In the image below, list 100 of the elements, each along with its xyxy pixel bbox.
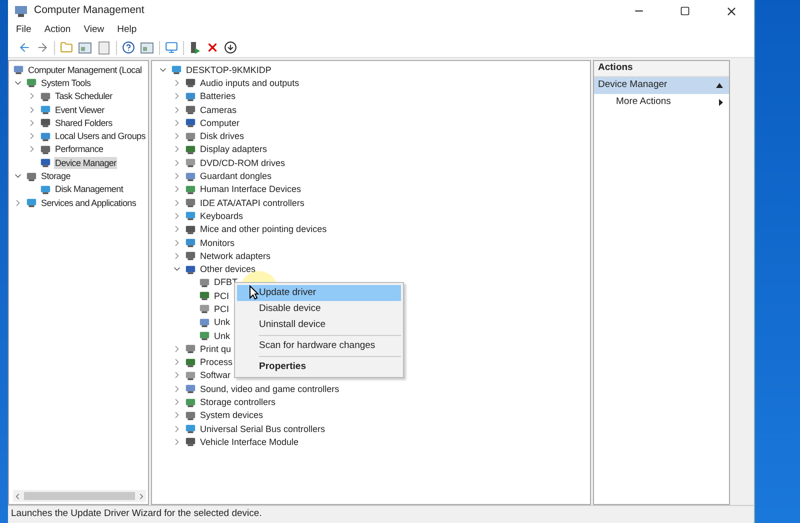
menu-item[interactable]: Action [44,22,71,38]
tree-item[interactable]: PCI [213,302,230,315]
device-icon [199,330,210,342]
device-icon [185,383,196,394]
device-icon [185,144,196,155]
tree-item[interactable]: Sound, video and game controllers [199,382,340,395]
device-icon [185,184,196,195]
tree-item[interactable]: Keyboards [199,210,244,222]
tree-item[interactable]: Shared Folders [54,116,114,129]
window-title: Computer Management [34,3,144,18]
tree-item[interactable]: Performance [54,143,104,156]
device-icon [40,184,51,195]
device-icon [26,170,37,182]
menu-item[interactable]: Help [117,22,137,38]
horizontal-scrollbar[interactable] [13,490,146,502]
tree-item[interactable]: DVD/CD-ROM drives [199,156,286,169]
tree-item[interactable]: Task Scheduler [54,90,114,102]
section-label: Device Manager [598,78,668,92]
delete-icon[interactable] [206,41,219,54]
device-icon [185,370,196,381]
device-icon [199,316,210,328]
tree-item[interactable]: Mice and other pointing devices [199,223,328,236]
tree-item[interactable]: Disk drives [199,130,246,142]
tree-item[interactable]: Audio inputs and outputs [199,76,300,89]
scroll-left-icon[interactable] [13,492,22,500]
device-icon [185,77,196,88]
tree-item[interactable]: IDE ATA/ATAPI controllers [199,196,306,209]
menu-item[interactable]: View [84,22,104,38]
tree-item[interactable]: Batteries [199,90,237,102]
device-icon [199,303,210,314]
menu-item[interactable]: Uninstall device [237,317,401,333]
tree-item[interactable]: Monitors [199,236,236,248]
tree-item[interactable]: System Tools [40,76,92,89]
tree-item[interactable]: DFBT [213,276,238,288]
tree-item[interactable]: Display adapters [199,143,268,156]
tree-item[interactable]: Print qu [199,342,232,355]
app-icon [14,4,28,18]
forward-icon[interactable] [36,41,49,54]
menu-item[interactable]: Scan for hardware changes [237,338,401,354]
tree-item[interactable]: System devices [199,409,264,422]
menu-item[interactable]: Properties [237,359,401,375]
tree-item[interactable]: Other devices [199,263,257,276]
device-icon [185,130,196,142]
help-icon[interactable] [122,41,135,54]
device-icon [40,117,51,128]
tree-item[interactable]: Local Users and Groups [54,130,146,142]
device-icon [185,197,196,208]
tree-pane-icon[interactable] [78,40,92,54]
tree-item[interactable]: Human Interface Devices [199,183,302,196]
device-icon [26,197,37,208]
tree-item[interactable]: Process [199,356,234,368]
back-icon[interactable] [18,41,31,54]
tree-item[interactable]: Network adapters [199,250,272,262]
download-icon[interactable] [224,41,237,54]
device-icon [185,237,196,248]
pane-icon[interactable] [140,40,154,54]
tree-item[interactable]: Event Viewer [54,104,106,116]
scrollbar-thumb[interactable] [24,492,135,500]
device-icon [185,250,196,262]
tree-item[interactable]: PCI [213,290,230,302]
scroll-right-icon[interactable] [137,492,146,500]
device-icon [185,356,196,368]
status-bar: Launches the Update Driver Wizard for the selected device. [8,505,754,523]
properties-icon[interactable] [97,40,111,54]
tree-item[interactable]: Guardant dongles [199,170,273,182]
menu-item[interactable]: File [16,22,32,38]
tree-item[interactable]: Disk Management [54,183,124,196]
collapse-icon[interactable] [716,83,723,88]
tree-item[interactable]: Softwar [199,369,232,382]
close-icon [724,4,738,18]
device-icon [185,224,196,235]
cursor-icon [249,285,259,300]
tree-item[interactable]: Device Manager [54,156,118,169]
device-icon [40,90,51,102]
tree-item[interactable]: Services and Applications [40,196,138,209]
tree-item[interactable]: DESKTOP-9KMKIDP [185,64,272,76]
action-label: More Actions [616,95,672,110]
menu-item[interactable]: Disable device [237,301,401,317]
tree-item[interactable]: Unk [213,316,232,328]
monitor-icon[interactable] [165,41,178,54]
actions-section[interactable]: Device Manager [594,77,729,94]
device-icon [40,157,51,168]
tree-item[interactable]: Storage controllers [199,396,277,408]
tree-item[interactable]: Computer [199,116,241,129]
tree-item[interactable]: Cameras [199,104,238,116]
folder-icon[interactable] [60,41,73,54]
device-icon [185,410,196,421]
menu-item[interactable]: Update driver [237,285,401,301]
tree-item[interactable]: Unk [213,330,232,342]
device-icon [40,130,51,142]
device-icon [185,264,196,275]
submenu-arrow-icon [719,99,723,106]
tree-item[interactable]: Storage [40,170,72,182]
tree-item[interactable]: Computer Management (Local [27,64,143,76]
tree-item[interactable]: Vehicle Interface Module [199,436,300,448]
action-item[interactable]: More Actions [594,94,729,111]
device-icon [40,104,51,116]
tree-item[interactable]: Universal Serial Bus controllers [199,422,326,435]
device-icon [199,290,210,302]
device-icon [185,423,196,434]
